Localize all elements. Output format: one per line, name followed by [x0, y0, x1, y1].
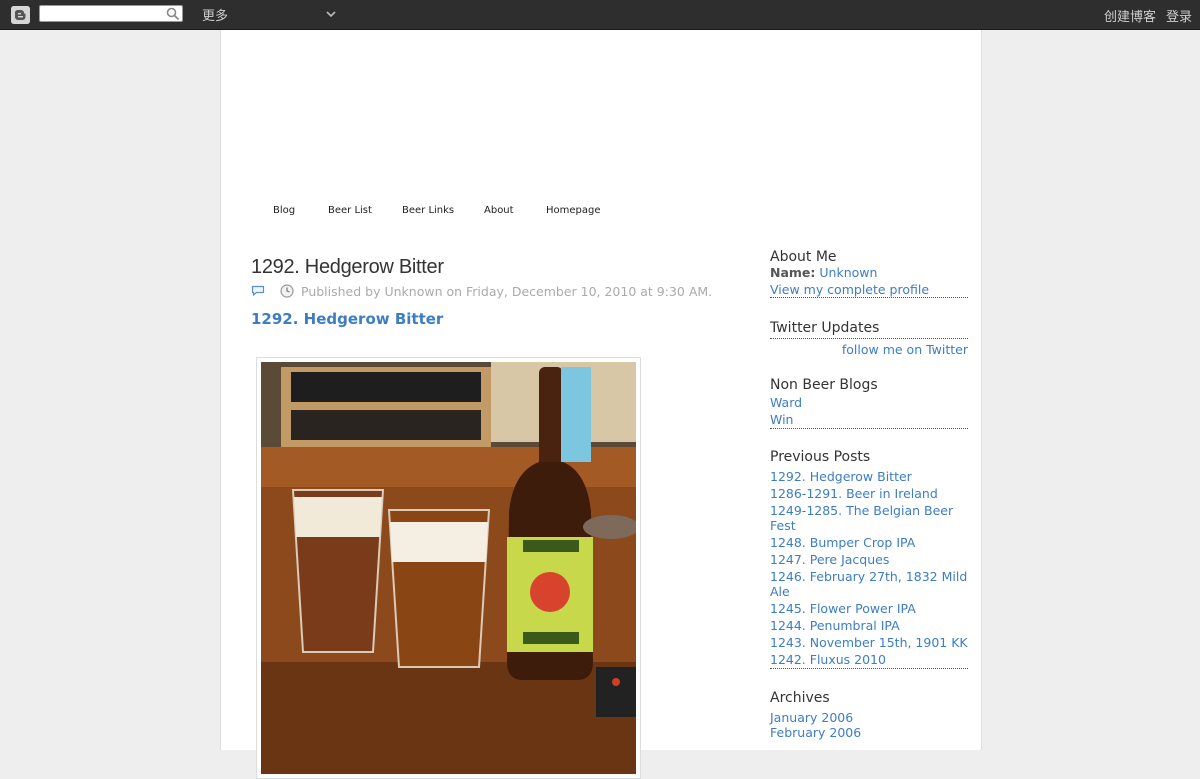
search-input[interactable]: [39, 5, 183, 22]
about-name: Name: Unknown: [770, 265, 968, 280]
blogger-navbar: 更多 创建博客 登录: [0, 0, 1200, 30]
login-link[interactable]: 登录: [1166, 6, 1192, 25]
sidebar-about: About Me Name: Unknown View my complete …: [770, 249, 968, 298]
post-photo[interactable]: [256, 357, 641, 779]
sidebar-non-beer-blogs: Non Beer Blogs Ward Win: [770, 377, 968, 429]
profile-name-link[interactable]: Unknown: [819, 265, 877, 280]
chevron-down-icon[interactable]: [326, 9, 336, 19]
post-title-link[interactable]: 1292. Hedgerow Bitter: [251, 310, 443, 328]
twitter-title: Twitter Updates: [770, 320, 968, 339]
tab-homepage[interactable]: Homepage: [546, 205, 601, 216]
non-beer-title: Non Beer Blogs: [770, 377, 878, 393]
previous-post-link[interactable]: 1244. Penumbral IPA: [770, 618, 968, 633]
previous-post-link[interactable]: 1248. Bumper Crop IPA: [770, 535, 968, 550]
list-item: 1286-1291. Beer in Ireland: [770, 486, 968, 501]
previous-posts-title: Previous Posts: [770, 449, 871, 465]
sidebar-archives: Archives January 2006 February 2006: [770, 690, 968, 740]
blogger-logo-icon[interactable]: [11, 6, 30, 24]
list-item: 1244. Penumbral IPA: [770, 618, 968, 633]
previous-post-link[interactable]: 1245. Flower Power IPA: [770, 601, 968, 616]
previous-post-link[interactable]: 1243. November 15th, 1901 KK: [770, 635, 968, 650]
previous-post-link[interactable]: 1292. Hedgerow Bitter: [770, 469, 968, 484]
about-title: About Me: [770, 249, 837, 265]
archives-title: Archives: [770, 690, 830, 706]
list-item: 1247. Pere Jacques: [770, 552, 968, 567]
post-meta-text: Published by Unknown on Friday, December…: [301, 284, 713, 299]
sidebar-previous-posts: Previous Posts 1292. Hedgerow Bitter 128…: [770, 449, 968, 669]
comment-icon[interactable]: [251, 285, 265, 297]
previous-posts-list: 1292. Hedgerow Bitter 1286-1291. Beer in…: [770, 469, 968, 669]
sidebar-twitter: Twitter Updates follow me on Twitter: [770, 320, 968, 357]
tab-blog[interactable]: Blog: [273, 205, 295, 216]
list-item: 1246. February 27th, 1832 Mild Ale: [770, 569, 968, 599]
page-container: Blog Beer List Beer Links About Homepage…: [220, 30, 982, 779]
follow-twitter-link[interactable]: follow me on Twitter: [770, 342, 968, 357]
list-item: 1249-1285. The Belgian Beer Fest: [770, 503, 968, 533]
list-item: 1245. Flower Power IPA: [770, 601, 968, 616]
about-profile-block: View my complete profile: [770, 282, 968, 298]
tab-about[interactable]: About: [484, 205, 514, 216]
post-title: 1292. Hedgerow Bitter: [251, 256, 444, 278]
search-icon[interactable]: [166, 7, 180, 21]
tab-beer-list[interactable]: Beer List: [328, 205, 372, 216]
list-item: 1292. Hedgerow Bitter: [770, 469, 968, 484]
link-ward[interactable]: Ward: [770, 395, 968, 410]
list-item: 1248. Bumper Crop IPA: [770, 535, 968, 550]
clock-icon: [280, 284, 294, 298]
previous-post-link[interactable]: 1242. Fluxus 2010: [770, 652, 968, 667]
previous-post-link[interactable]: 1249-1285. The Belgian Beer Fest: [770, 503, 968, 533]
more-menu[interactable]: 更多: [202, 5, 228, 24]
previous-post-link[interactable]: 1246. February 27th, 1832 Mild Ale: [770, 569, 968, 599]
previous-post-link[interactable]: 1247. Pere Jacques: [770, 552, 968, 567]
tab-beer-links[interactable]: Beer Links: [402, 205, 454, 216]
non-beer-list: Ward Win: [770, 395, 968, 429]
beer-photo-image: [261, 362, 636, 774]
list-item: 1243. November 15th, 1901 KK: [770, 635, 968, 650]
link-win[interactable]: Win: [770, 412, 968, 427]
previous-post-link[interactable]: 1286-1291. Beer in Ireland: [770, 486, 968, 501]
list-item: 1242. Fluxus 2010: [770, 652, 968, 667]
archive-link[interactable]: January 2006: [770, 710, 968, 725]
create-blog-link[interactable]: 创建博客: [1104, 6, 1156, 25]
archive-link[interactable]: February 2006: [770, 725, 968, 740]
archives-list: January 2006 February 2006: [770, 710, 968, 740]
view-profile-link[interactable]: View my complete profile: [770, 282, 968, 297]
name-label: Name:: [770, 265, 816, 280]
